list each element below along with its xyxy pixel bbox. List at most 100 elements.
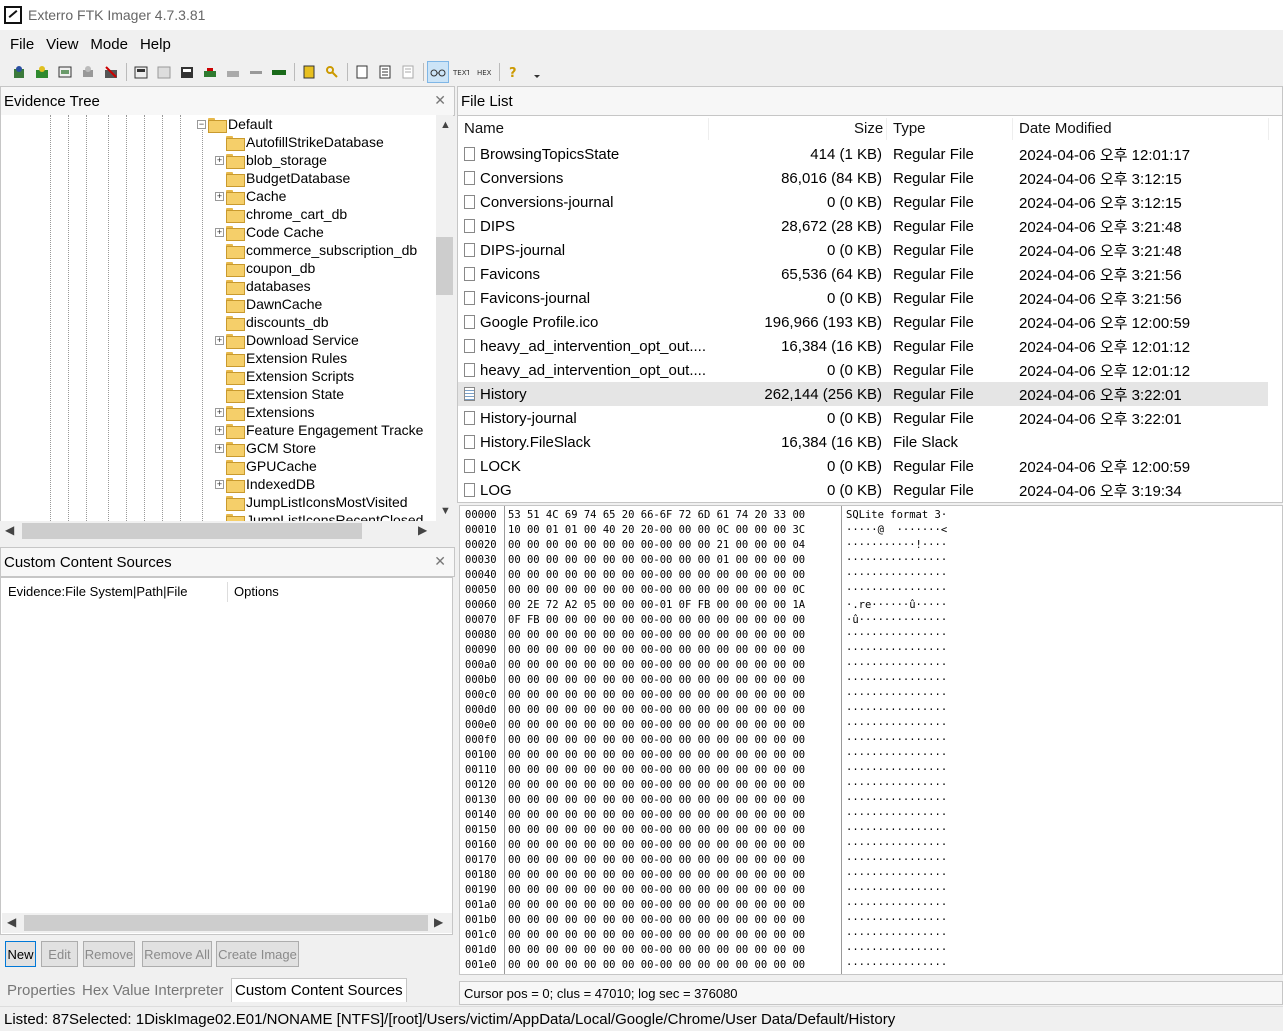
table-row[interactable]: Conversions-journal 0 (0 KB) Regular File 2…	[458, 190, 1268, 214]
menu-file[interactable]: File	[4, 36, 40, 53]
hex-row[interactable]: 00190 00 00 00 00 00 00 00 00-00 00 00 00…	[460, 883, 1282, 898]
tree-node[interactable]: + blob_storage	[215, 151, 327, 169]
expand-icon[interactable]: +	[215, 335, 224, 345]
tree-node-default[interactable]: − Default	[197, 115, 272, 133]
new-button[interactable]: New	[5, 941, 36, 967]
hex-row[interactable]: 00030 00 00 00 00 00 00 00 00-00 00 00 01…	[460, 553, 1282, 568]
tree-node[interactable]: discounts_db	[215, 313, 329, 331]
auto-mode-icon[interactable]	[427, 61, 449, 83]
hex-row[interactable]: 000e0 00 00 00 00 00 00 00 00-00 00 00 00…	[460, 718, 1282, 733]
hex-row[interactable]: 000b0 00 00 00 00 00 00 00 00-00 00 00 00…	[460, 673, 1282, 688]
menu-mode[interactable]: Mode	[84, 36, 134, 53]
hex-row[interactable]: 00010 10 00 01 01 00 40 20 20-00 00 00 0C…	[460, 523, 1282, 538]
help-icon[interactable]: ?	[503, 61, 525, 83]
menu-view[interactable]: View	[40, 36, 84, 53]
capture-memory-icon[interactable]	[298, 61, 320, 83]
column-divider[interactable]	[708, 118, 709, 140]
expand-icon[interactable]: +	[215, 443, 224, 453]
tab-hex-value-interpreter[interactable]: Hex Value Interpreter	[79, 978, 226, 1002]
table-row[interactable]: DIPS 28,672 (28 KB) Regular File 2024-04-06…	[458, 214, 1268, 238]
table-row[interactable]: heavy_ad_intervention_opt_out.... 0 (0 KB…	[458, 358, 1268, 382]
close-icon[interactable]: ✕	[434, 92, 446, 109]
expand-icon[interactable]: +	[215, 479, 224, 489]
export-file-hash-list-icon[interactable]	[397, 61, 419, 83]
add-evidence-icon[interactable]	[8, 61, 30, 83]
tab-properties[interactable]: Properties	[4, 978, 78, 1002]
close-icon[interactable]: ✕	[434, 553, 446, 570]
scroll-up-icon[interactable]: ▲	[440, 119, 451, 131]
table-row[interactable]: History 262,144 (256 KB) Regular File 2024-…	[458, 382, 1268, 406]
hex-row[interactable]: 00120 00 00 00 00 00 00 00 00-00 00 00 00…	[460, 778, 1282, 793]
tree-node[interactable]: JumpListIconsRecentClosed	[215, 511, 423, 521]
table-row[interactable]: LOG 0 (0 KB) Regular File 2024-04-06 오후 3:1…	[458, 478, 1268, 502]
create-custom-content-image-icon[interactable]	[222, 61, 244, 83]
tree-node[interactable]: Extension Scripts	[215, 367, 354, 385]
tree-node[interactable]: + IndexedDB	[215, 475, 315, 493]
table-row[interactable]: LOCK 0 (0 KB) Regular File 2024-04-06 오후 12…	[458, 454, 1268, 478]
tree-vertical-scrollbar[interactable]: ▲ ▼	[436, 115, 453, 521]
hex-row[interactable]: 00020 00 00 00 00 00 00 00 00-00 00 00 21…	[460, 538, 1282, 553]
tree-node[interactable]: Extension State	[215, 385, 344, 403]
hex-row[interactable]: 001d0 00 00 00 00 00 00 00 00-00 00 00 00…	[460, 943, 1282, 958]
export-files-icon[interactable]	[374, 61, 396, 83]
export-disk-image-icon[interactable]	[153, 61, 175, 83]
hex-row[interactable]: 00150 00 00 00 00 00 00 00 00-00 00 00 00…	[460, 823, 1282, 838]
hex-row[interactable]: 00090 00 00 00 00 00 00 00 00-00 00 00 00…	[460, 643, 1282, 658]
scroll-left-icon[interactable]: ◀	[5, 523, 14, 537]
scroll-right-icon[interactable]: ▶	[434, 915, 443, 929]
tree-node[interactable]: + Feature Engagement Tracke	[215, 421, 423, 439]
detect-encryption-icon[interactable]	[351, 61, 373, 83]
scrollbar-thumb[interactable]	[24, 915, 428, 931]
hex-row[interactable]: 00160 00 00 00 00 00 00 00 00-00 00 00 00…	[460, 838, 1282, 853]
column-header-evidence[interactable]: Evidence:File System|Path|File	[8, 584, 187, 599]
hex-row[interactable]: 00070 0F FB 00 00 00 00 00 00-00 00 00 00…	[460, 613, 1282, 628]
tree-node[interactable]: BudgetDatabase	[215, 169, 350, 187]
table-row[interactable]: Google Profile.ico 196,966 (193 KB) Regula…	[458, 310, 1268, 334]
expand-icon[interactable]: +	[215, 227, 224, 237]
image-mounting-icon[interactable]	[54, 61, 76, 83]
scrollbar-thumb[interactable]	[436, 237, 453, 295]
column-header-name[interactable]: Name	[464, 120, 504, 137]
remove-button[interactable]: Remove	[83, 941, 135, 967]
tree-node[interactable]: + Extensions	[215, 403, 314, 421]
hex-row[interactable]: 00170 00 00 00 00 00 00 00 00-00 00 00 00…	[460, 853, 1282, 868]
tree-node[interactable]: + GCM Store	[215, 439, 316, 457]
decrypt-ad1-icon[interactable]	[245, 61, 267, 83]
scroll-down-icon[interactable]: ▼	[440, 505, 451, 517]
evidence-tree[interactable]: − Default AutofillStrikeDatabase + blob_st…	[0, 115, 453, 521]
hex-row[interactable]: 00080 00 00 00 00 00 00 00 00-00 00 00 00…	[460, 628, 1282, 643]
column-divider[interactable]	[886, 118, 887, 140]
tree-node[interactable]: DawnCache	[215, 295, 322, 313]
table-row[interactable]: heavy_ad_intervention_opt_out.... 16,384 …	[458, 334, 1268, 358]
table-row[interactable]: History.FileSlack 16,384 (16 KB) File Slac…	[458, 430, 1268, 454]
table-row[interactable]: BrowsingTopicsState 414 (1 KB) Regular Fil…	[458, 142, 1268, 166]
column-header-size[interactable]: Size	[854, 120, 883, 137]
hex-row[interactable]: 000c0 00 00 00 00 00 00 00 00-00 00 00 00…	[460, 688, 1282, 703]
hex-viewer[interactable]: 00000 53 51 4C 69 74 65 20 66-6F 72 6D 61…	[459, 505, 1283, 975]
tree-node[interactable]: GPUCache	[215, 457, 317, 475]
expand-icon[interactable]: +	[215, 407, 224, 417]
tree-horizontal-scrollbar[interactable]: ◀ ▶	[0, 521, 435, 541]
scroll-right-icon[interactable]: ▶	[418, 523, 427, 537]
collapse-icon[interactable]: −	[197, 119, 206, 129]
column-divider[interactable]	[227, 582, 228, 602]
hex-row[interactable]: 00180 00 00 00 00 00 00 00 00-00 00 00 00…	[460, 868, 1282, 883]
edit-button[interactable]: Edit	[41, 941, 78, 967]
file-list[interactable]: Name Size Type Date Modified BrowsingTop…	[457, 115, 1283, 503]
hex-row[interactable]: 00110 00 00 00 00 00 00 00 00-00 00 00 00…	[460, 763, 1282, 778]
dropdown-icon[interactable]	[526, 61, 548, 83]
hex-row[interactable]: 001a0 00 00 00 00 00 00 00 00-00 00 00 00…	[460, 898, 1282, 913]
tree-node[interactable]: + Download Service	[215, 331, 359, 349]
hex-row[interactable]: 00100 00 00 00 00 00 00 00 00-00 00 00 00…	[460, 748, 1282, 763]
table-row[interactable]: Favicons-journal 0 (0 KB) Regular File 2024…	[458, 286, 1268, 310]
scroll-left-icon[interactable]: ◀	[7, 915, 16, 929]
tree-node[interactable]: + Code Cache	[215, 223, 324, 241]
hex-row[interactable]: 000a0 00 00 00 00 00 00 00 00-00 00 00 00…	[460, 658, 1282, 673]
column-header-options[interactable]: Options	[234, 584, 279, 599]
column-divider[interactable]	[1268, 118, 1269, 140]
remove-all-evidence-icon[interactable]	[100, 61, 122, 83]
create-image-button[interactable]: Create Image	[216, 941, 299, 967]
custom-content-list[interactable]: Evidence:File System|Path|File Options	[0, 577, 453, 935]
tree-node[interactable]: coupon_db	[215, 259, 315, 277]
remove-evidence-icon[interactable]	[77, 61, 99, 83]
